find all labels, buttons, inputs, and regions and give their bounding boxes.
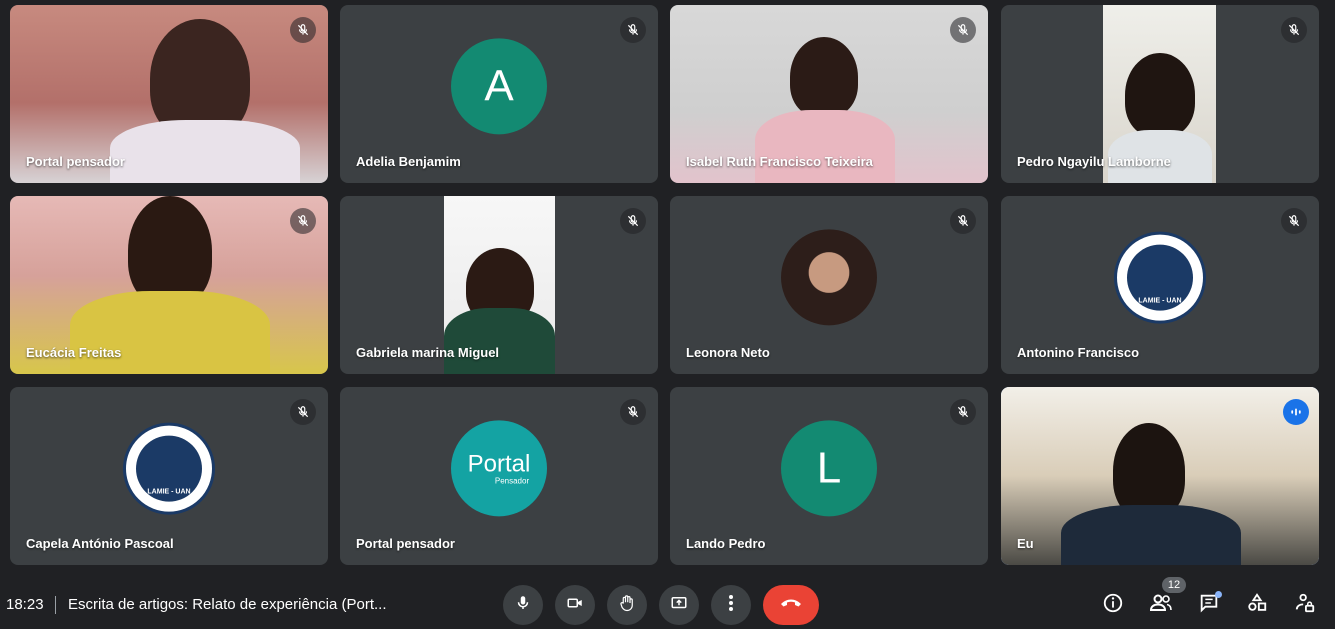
self-view-tile[interactable]: Eu	[1001, 387, 1319, 565]
divider	[55, 596, 56, 614]
more-vert-icon	[728, 594, 734, 617]
participant-tile[interactable]: Leonora Neto	[670, 196, 988, 374]
participant-tile[interactable]: Gabriela marina Miguel	[340, 196, 658, 374]
participant-video	[1001, 387, 1319, 565]
microphone-icon	[514, 594, 532, 617]
participants-button[interactable]	[1145, 589, 1177, 621]
participant-name: Lando Pedro	[686, 536, 766, 551]
meeting-title[interactable]: Escrita de artigos: Relato de experiênci…	[68, 596, 387, 613]
participant-name: Eu	[1017, 536, 1034, 551]
mic-off-icon	[620, 208, 646, 234]
leave-call-button[interactable]	[763, 585, 819, 625]
present-icon	[669, 594, 689, 617]
lamie-logo: LAMIE - UAN	[123, 422, 215, 515]
shapes-icon	[1246, 592, 1268, 619]
participant-tile[interactable]: A Adelia Benjamim	[340, 5, 658, 183]
microphone-button[interactable]	[503, 585, 543, 625]
participant-name: Adelia Benjamim	[356, 154, 461, 169]
speaking-indicator-icon	[1283, 399, 1309, 425]
camera-button[interactable]	[555, 585, 595, 625]
meeting-clock: 18:23	[6, 596, 44, 613]
mic-off-icon	[290, 208, 316, 234]
raise-hand-button[interactable]	[607, 585, 647, 625]
lamie-logo: LAMIE - UAN	[1114, 231, 1206, 324]
lock-person-icon	[1294, 592, 1316, 619]
activities-button[interactable]	[1241, 589, 1273, 621]
participant-name: Pedro Ngayilu Lamborne	[1017, 154, 1171, 169]
participant-tile[interactable]: L Lando Pedro	[670, 387, 988, 565]
participant-name: Isabel Ruth Francisco Teixeira	[686, 154, 873, 169]
info-icon	[1102, 592, 1124, 619]
mic-off-icon	[1281, 208, 1307, 234]
mic-off-icon	[290, 399, 316, 425]
participant-name: Gabriela marina Miguel	[356, 345, 500, 360]
participant-tile[interactable]: Isabel Ruth Francisco Teixeira	[670, 5, 988, 183]
hang-up-icon	[779, 596, 803, 614]
portal-pensador-logo: Portal Pensador	[451, 420, 547, 517]
avatar: L	[781, 420, 877, 517]
participant-tile[interactable]: Pedro Ngayilu Lamborne	[1001, 5, 1319, 183]
camera-icon	[565, 594, 585, 617]
participant-name: Eucácia Freitas	[26, 345, 122, 360]
mic-off-icon	[950, 208, 976, 234]
participant-name: Portal pensador	[26, 154, 125, 169]
mic-off-icon	[620, 399, 646, 425]
avatar: A	[451, 38, 547, 135]
mic-off-icon	[290, 17, 316, 43]
host-controls-button[interactable]	[1289, 589, 1321, 621]
participant-name: Portal pensador	[356, 536, 455, 551]
participant-name: Antonino Francisco	[1017, 345, 1140, 360]
hand-icon	[618, 593, 636, 618]
participant-tile[interactable]: Eucácia Freitas	[10, 196, 328, 374]
participant-tile[interactable]: LAMIE - UAN Capela António Pascoal	[10, 387, 328, 565]
mic-off-icon	[950, 399, 976, 425]
chat-notification-dot	[1215, 591, 1222, 598]
mic-off-icon	[1281, 17, 1307, 43]
more-options-button[interactable]	[711, 585, 751, 625]
bottom-toolbar: 18:23 Escrita de artigos: Relato de expe…	[0, 577, 1335, 629]
mic-off-icon	[950, 17, 976, 43]
mic-off-icon	[620, 17, 646, 43]
meeting-details-button[interactable]	[1097, 589, 1129, 621]
people-icon	[1149, 593, 1173, 618]
participant-tile[interactable]: LAMIE - UAN Antonino Francisco	[1001, 196, 1319, 374]
participant-count-badge: 12	[1162, 577, 1186, 593]
participant-grid: Portal pensador A Adelia Benjamim Isabel…	[0, 0, 1335, 580]
avatar	[781, 229, 877, 326]
present-screen-button[interactable]	[659, 585, 699, 625]
participant-tile[interactable]: Portal pensador	[10, 5, 328, 183]
participant-name: Capela António Pascoal	[26, 536, 174, 551]
participant-tile[interactable]: Portal Pensador Portal pensador	[340, 387, 658, 565]
participant-name: Leonora Neto	[686, 345, 770, 360]
